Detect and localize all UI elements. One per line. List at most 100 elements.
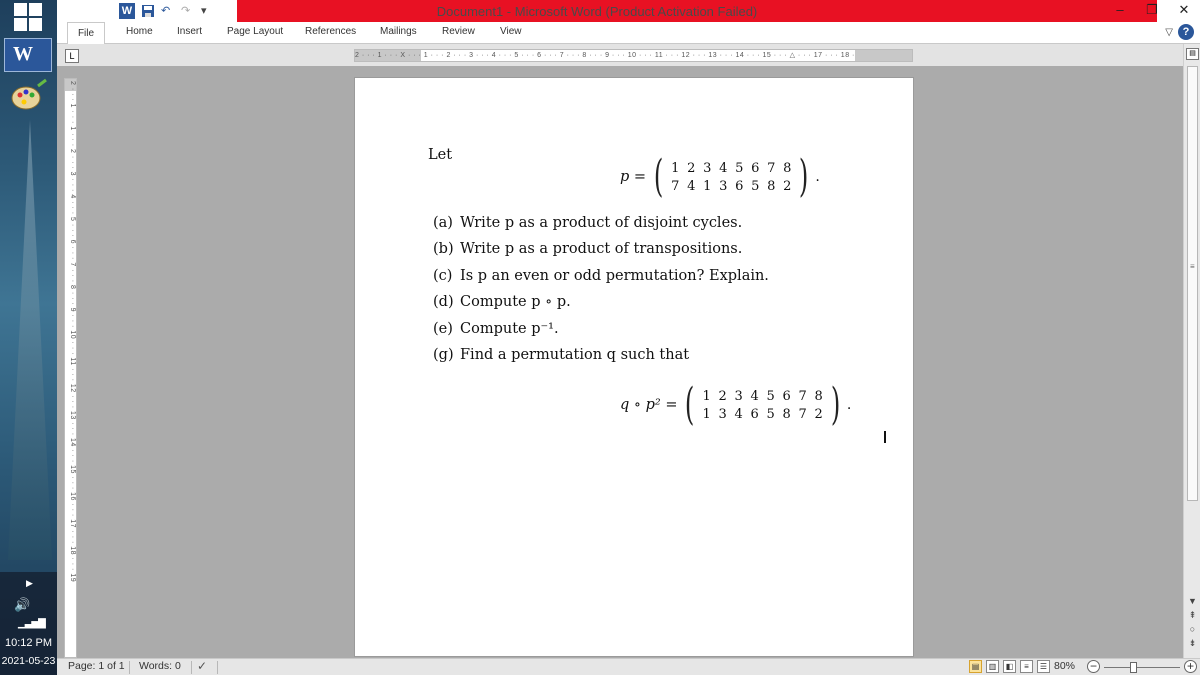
volume-icon[interactable]: 🔊 [14,597,30,613]
item-label: (g) [433,346,454,363]
matrix-cell: 6 [750,406,759,422]
matrix-cell: 8 [814,388,823,404]
zoom-level[interactable]: 80% [1054,660,1075,672]
scroll-down-arrow-icon[interactable]: ▼ [1187,596,1198,606]
vertical-ruler-ticks: 2 · · · 1 · · · 1 · · · 2 · · · 3 · · · … [69,81,76,583]
scrollbar-thumb[interactable] [1187,66,1198,501]
left-paren: ( [685,379,695,430]
outline-view-icon[interactable]: ≡ [1020,660,1033,673]
word-app-icon[interactable]: W [119,3,135,19]
tab-review[interactable]: Review [442,26,475,37]
paint-taskbar-icon[interactable] [4,78,52,116]
matrix-cell: 8 [767,178,776,194]
title-bar: W ↶ ↷ ▾ Document1 - Microsoft Word (Prod… [57,0,1200,22]
item-text: Is p an even or odd permutation? Explain… [460,267,769,284]
vertical-ruler[interactable]: 2 · · · 1 · · · 1 · · · 2 · · · 3 · · · … [64,78,77,658]
matrix-cell: 2 [718,388,727,404]
draft-view-icon[interactable]: ☰ [1037,660,1050,673]
tab-selector-button[interactable]: L [65,49,79,63]
matrix-cell: 3 [703,160,712,176]
status-bar: Page: 1 of 1 Words: 0 ✓ ▤ ▥ ◧ ≡ ☰ 80% − … [57,658,1200,675]
right-margin-shade [855,50,912,61]
redo-icon[interactable]: ↷ [181,4,195,18]
restore-button[interactable]: ❐ [1136,0,1168,22]
zoom-slider-track[interactable] [1104,667,1180,668]
matrix-cell: 3 [718,406,727,422]
tab-view[interactable]: View [500,26,522,37]
tab-file[interactable]: File [67,22,105,44]
view-buttons: ▤ ▥ ◧ ≡ ☰ [969,660,1050,673]
equation-period: . [846,397,852,413]
web-layout-view-icon[interactable]: ◧ [1003,660,1016,673]
matrix-cell: 1 [702,388,711,404]
matrix-cell: 5 [766,406,775,422]
customize-qat-icon[interactable]: ▾ [201,4,215,18]
matrix-cell: 5 [766,388,775,404]
undo-icon[interactable]: ↶ [161,4,175,18]
zoom-out-button[interactable]: − [1087,660,1100,673]
zoom-in-button[interactable]: + [1184,660,1197,673]
page-count[interactable]: Page: 1 of 1 [68,660,125,672]
close-button[interactable]: ✕ [1168,0,1200,22]
matrix-cell: 4 [687,178,696,194]
matrix-cell: 7 [767,160,776,176]
clock-time[interactable]: 10:12 PM [0,637,57,649]
matrix-p: 1 2 3 4 5 6 7 8 7 4 1 3 6 5 8 2 [667,161,795,194]
select-browse-object-icon[interactable]: ○ [1187,624,1198,634]
intro-text: Let [428,147,453,163]
quick-access-toolbar: W ↶ ↷ ▾ [119,3,215,19]
word-count[interactable]: Words: 0 [139,660,181,672]
matrix-cell: 8 [782,406,791,422]
list-item: (c) Is p an even or odd permutation? Expl… [433,268,769,294]
vertical-scrollbar[interactable]: ▤ ≡ ▼ ⇞ ○ ⇟ [1183,44,1200,658]
window-controls: – ❐ ✕ [1104,0,1200,22]
item-label: (b) [433,241,454,258]
horizontal-ruler[interactable]: 2 · · · 1 · · · X · · · 1 · · · 2 · · · … [354,49,913,62]
list-item: (g) Find a permutation q such that [433,347,769,373]
tab-mailings[interactable]: Mailings [380,26,417,37]
matrix-cell: 1 [702,406,711,422]
full-screen-reading-view-icon[interactable]: ▥ [986,660,999,673]
minimize-ribbon-icon[interactable]: ▽ [1165,27,1173,38]
proofing-icon[interactable]: ✓ [197,659,207,673]
matrix-cell: 6 [735,178,744,194]
tab-home[interactable]: Home [126,26,153,37]
matrix-cell: 5 [751,178,760,194]
matrix-q: 1 2 3 4 5 6 7 8 1 3 4 6 5 8 7 2 [699,389,827,422]
view-ruler-icon[interactable]: ▤ [1186,48,1199,60]
tab-insert[interactable]: Insert [177,26,202,37]
right-paren: ) [830,379,840,430]
help-icon[interactable]: ? [1178,24,1194,40]
matrix-cell: 7 [798,388,807,404]
windows-start-icon[interactable] [14,3,42,31]
word-taskbar-icon[interactable]: W [4,38,52,72]
clock-date[interactable]: 2021-05-23 [0,655,57,667]
status-divider [217,661,218,674]
status-divider [191,661,192,674]
matrix-cell: 2 [783,178,792,194]
item-label: (d) [433,294,454,311]
matrix-cell: 1 [703,178,712,194]
document-page[interactable]: Let p = ( 1 2 3 4 5 6 7 8 7 4 1 3 6 5 8 … [354,77,914,657]
list-item: (e) Compute p⁻¹. [433,321,769,347]
tab-page-layout[interactable]: Page Layout [227,26,283,37]
zoom-slider-thumb[interactable] [1130,662,1137,673]
show-hidden-icons-icon[interactable]: ▶ [26,578,33,589]
matrix-cell: 7 [671,178,680,194]
equation-q: q ∘ p² = ( 1 2 3 4 5 6 7 8 1 3 4 6 5 8 7… [620,383,851,427]
grip-icon: ≡ [1190,262,1195,271]
save-icon[interactable] [141,4,155,18]
minimize-button[interactable]: – [1104,0,1136,22]
matrix-cell: 5 [735,160,744,176]
tab-references[interactable]: References [305,26,356,37]
list-item: (b) Write p as a product of transposition… [433,241,769,267]
matrix-cell: 2 [687,160,696,176]
ribbon-tabs: File Home Insert Page Layout References … [57,22,1200,44]
print-layout-view-icon[interactable]: ▤ [969,660,982,673]
previous-page-icon[interactable]: ⇞ [1187,610,1198,621]
next-page-icon[interactable]: ⇟ [1187,638,1198,649]
network-signal-icon[interactable]: ▁▃▅▇ [18,618,46,629]
desktop-wallpaper-tree [8,120,52,560]
matrix-cell: 4 [719,160,728,176]
ruler-bar: L 2 · · · 1 · · · X · · · 1 · · · 2 · · … [57,44,1183,66]
